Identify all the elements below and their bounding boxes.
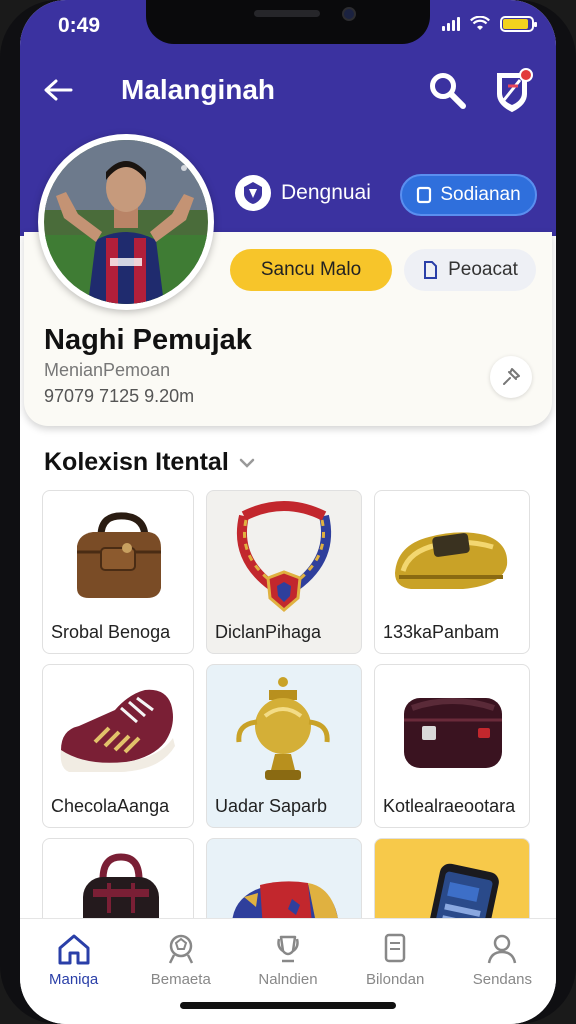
club-badge-button[interactable] bbox=[492, 66, 536, 114]
nav-item-matches[interactable]: Bemaeta bbox=[131, 933, 231, 1024]
follow-button[interactable]: Sancu Malo bbox=[230, 249, 392, 291]
player-subtitle: MenianPemoan bbox=[44, 360, 171, 380]
item-label: Uadar Saparb bbox=[215, 796, 328, 816]
arrow-left-icon bbox=[44, 79, 73, 101]
item-label: 133kaPanbam bbox=[383, 622, 500, 642]
primary-action-button[interactable]: Sodianan bbox=[400, 174, 537, 216]
pouch-icon bbox=[404, 698, 502, 768]
nav-label: Sendans bbox=[472, 971, 532, 988]
secondary-action-label: Peoacat bbox=[448, 259, 518, 280]
item-label: Kotlealraeootara bbox=[383, 796, 516, 816]
nav-item-rankings[interactable]: Nalndien bbox=[238, 933, 338, 1024]
item-label: DiclanPihaga bbox=[215, 622, 322, 642]
document-icon bbox=[384, 933, 406, 963]
ball-icon bbox=[168, 934, 193, 964]
team-name: Dengnuai bbox=[281, 181, 371, 204]
profile-icon bbox=[488, 934, 517, 964]
collection-heading[interactable]: Kolexisn Itental bbox=[44, 448, 255, 477]
collection-item[interactable]: DiclanPihaga bbox=[206, 490, 362, 654]
speaker-grille bbox=[254, 10, 320, 17]
front-camera bbox=[342, 7, 356, 21]
trophy-icon bbox=[236, 677, 330, 780]
home-indicator[interactable] bbox=[180, 1002, 396, 1009]
nav-label: Bemaeta bbox=[150, 971, 211, 988]
secondary-action-button[interactable]: Peoacat bbox=[404, 249, 536, 291]
item-label: Srobal Benoga bbox=[51, 622, 171, 642]
necklace-icon bbox=[236, 501, 332, 612]
player-photo-icon bbox=[44, 140, 208, 304]
nav-label: Bilondan bbox=[365, 971, 425, 988]
home-icon bbox=[58, 934, 90, 965]
collection-item[interactable]: 133kaPanbam bbox=[374, 490, 530, 654]
pin-icon bbox=[503, 368, 520, 385]
nav-item-home[interactable]: Maniqa bbox=[24, 933, 124, 1024]
player-avatar[interactable] bbox=[38, 134, 214, 310]
search-button[interactable] bbox=[425, 68, 469, 112]
signal-icon bbox=[442, 17, 460, 31]
chevron-down-icon bbox=[239, 458, 255, 468]
bag-icon bbox=[77, 512, 161, 598]
nav-item-documents[interactable]: Bilondan bbox=[345, 933, 445, 1024]
collection-item[interactable]: ChecolaAanga bbox=[42, 664, 194, 828]
primary-action-label: Sodianan bbox=[440, 184, 521, 205]
nav-label: Nalndien bbox=[258, 971, 318, 988]
pin-button[interactable] bbox=[490, 356, 532, 398]
golden-shoe-icon bbox=[395, 532, 508, 589]
search-icon bbox=[430, 73, 466, 109]
collection-item[interactable]: Kotlealraeootara bbox=[374, 664, 530, 828]
bookmark-icon bbox=[417, 186, 432, 204]
nav-label: Maniqa bbox=[48, 971, 99, 988]
collection-title: Kolexisn Itental bbox=[44, 448, 229, 476]
sneaker-icon bbox=[60, 689, 175, 772]
camera-notch bbox=[146, 0, 430, 44]
trophy-outline-icon bbox=[277, 935, 299, 963]
club-logo-icon bbox=[235, 175, 271, 211]
document-icon bbox=[424, 261, 438, 279]
phone-frame: 0:49 Malanginah Dengnuai Sodianan Sancu … bbox=[0, 0, 576, 1024]
collection-item[interactable]: Uadar Saparb bbox=[206, 664, 362, 828]
status-icons bbox=[442, 16, 537, 32]
wifi-icon bbox=[470, 16, 490, 30]
item-label: ChecolaAanga bbox=[51, 796, 170, 816]
back-button[interactable] bbox=[40, 72, 76, 108]
app-screen: 0:49 Malanginah Dengnuai Sodianan Sancu … bbox=[20, 0, 556, 1024]
player-stats: 97079 7125 9.20m bbox=[44, 386, 195, 406]
team-chip[interactable]: Dengnuai bbox=[235, 175, 371, 211]
follow-label: Sancu Malo bbox=[260, 259, 362, 280]
status-time: 0:49 bbox=[58, 14, 101, 37]
nav-item-profile[interactable]: Sendans bbox=[452, 933, 552, 1024]
shield-badge-icon bbox=[497, 68, 533, 113]
battery-icon bbox=[500, 16, 537, 32]
page-title: Malanginah bbox=[121, 74, 276, 105]
player-name: Naghi Pemujak bbox=[44, 324, 252, 356]
collection-item[interactable]: Srobal Benoga bbox=[42, 490, 194, 654]
